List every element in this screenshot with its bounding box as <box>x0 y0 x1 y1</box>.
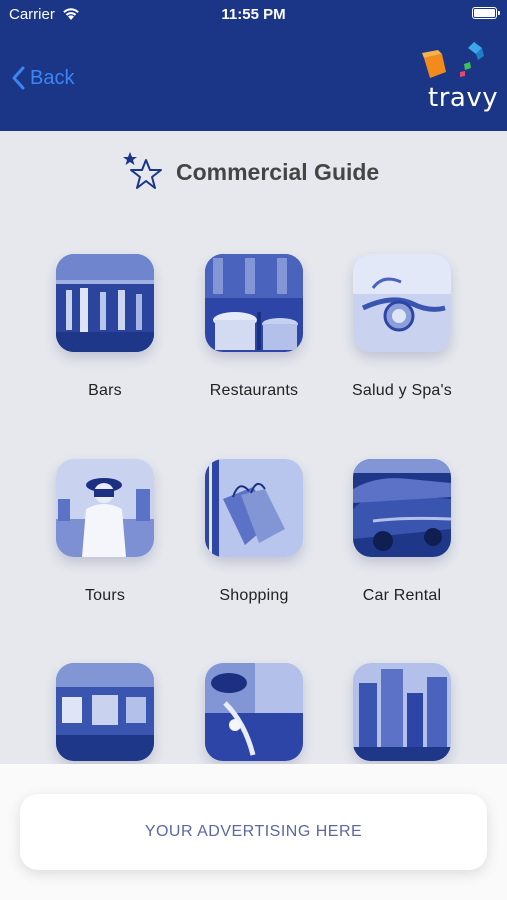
city-buildings-photo-icon <box>353 663 451 761</box>
battery-icon <box>472 7 500 19</box>
travy-logo: travy <box>420 40 499 118</box>
advertising-banner[interactable]: YOUR ADVERTISING HERE <box>20 794 487 870</box>
golf-photo-icon <box>205 663 303 761</box>
stethoscope-photo-icon <box>353 254 451 352</box>
chevron-left-icon <box>12 66 25 90</box>
page-title: Commercial Guide <box>176 158 380 185</box>
category-label: Car Rental <box>362 587 442 604</box>
status-bar: Carrier 11:55 PM <box>0 0 507 30</box>
back-label: Back <box>30 66 75 89</box>
museum-photo-icon <box>56 663 154 761</box>
cars-photo-icon <box>353 459 451 557</box>
shopping-bags-photo-icon <box>205 459 303 557</box>
category-label: Tours <box>84 587 126 604</box>
star-icon <box>123 152 162 189</box>
tourist-photo-icon <box>56 459 154 557</box>
category-label: Bars <box>88 382 122 399</box>
app-header: Carrier 11:55 PM Back travy <box>0 0 507 131</box>
category-label: Salud y Spa's <box>352 382 452 399</box>
category-label: Restaurants <box>209 382 299 399</box>
clock: 11:55 PM <box>221 6 286 23</box>
category-label: Shopping <box>219 587 289 604</box>
logo-wordmark: travy <box>428 83 499 113</box>
back-button[interactable]: Back <box>10 62 74 94</box>
page-title-row: Commercial Guide <box>120 150 379 194</box>
restaurants-photo-icon <box>205 254 303 352</box>
advertising-text: YOUR ADVERTISING HERE <box>144 823 363 840</box>
logo-cubes-icon <box>422 42 484 78</box>
bars-photo-icon <box>56 254 154 352</box>
